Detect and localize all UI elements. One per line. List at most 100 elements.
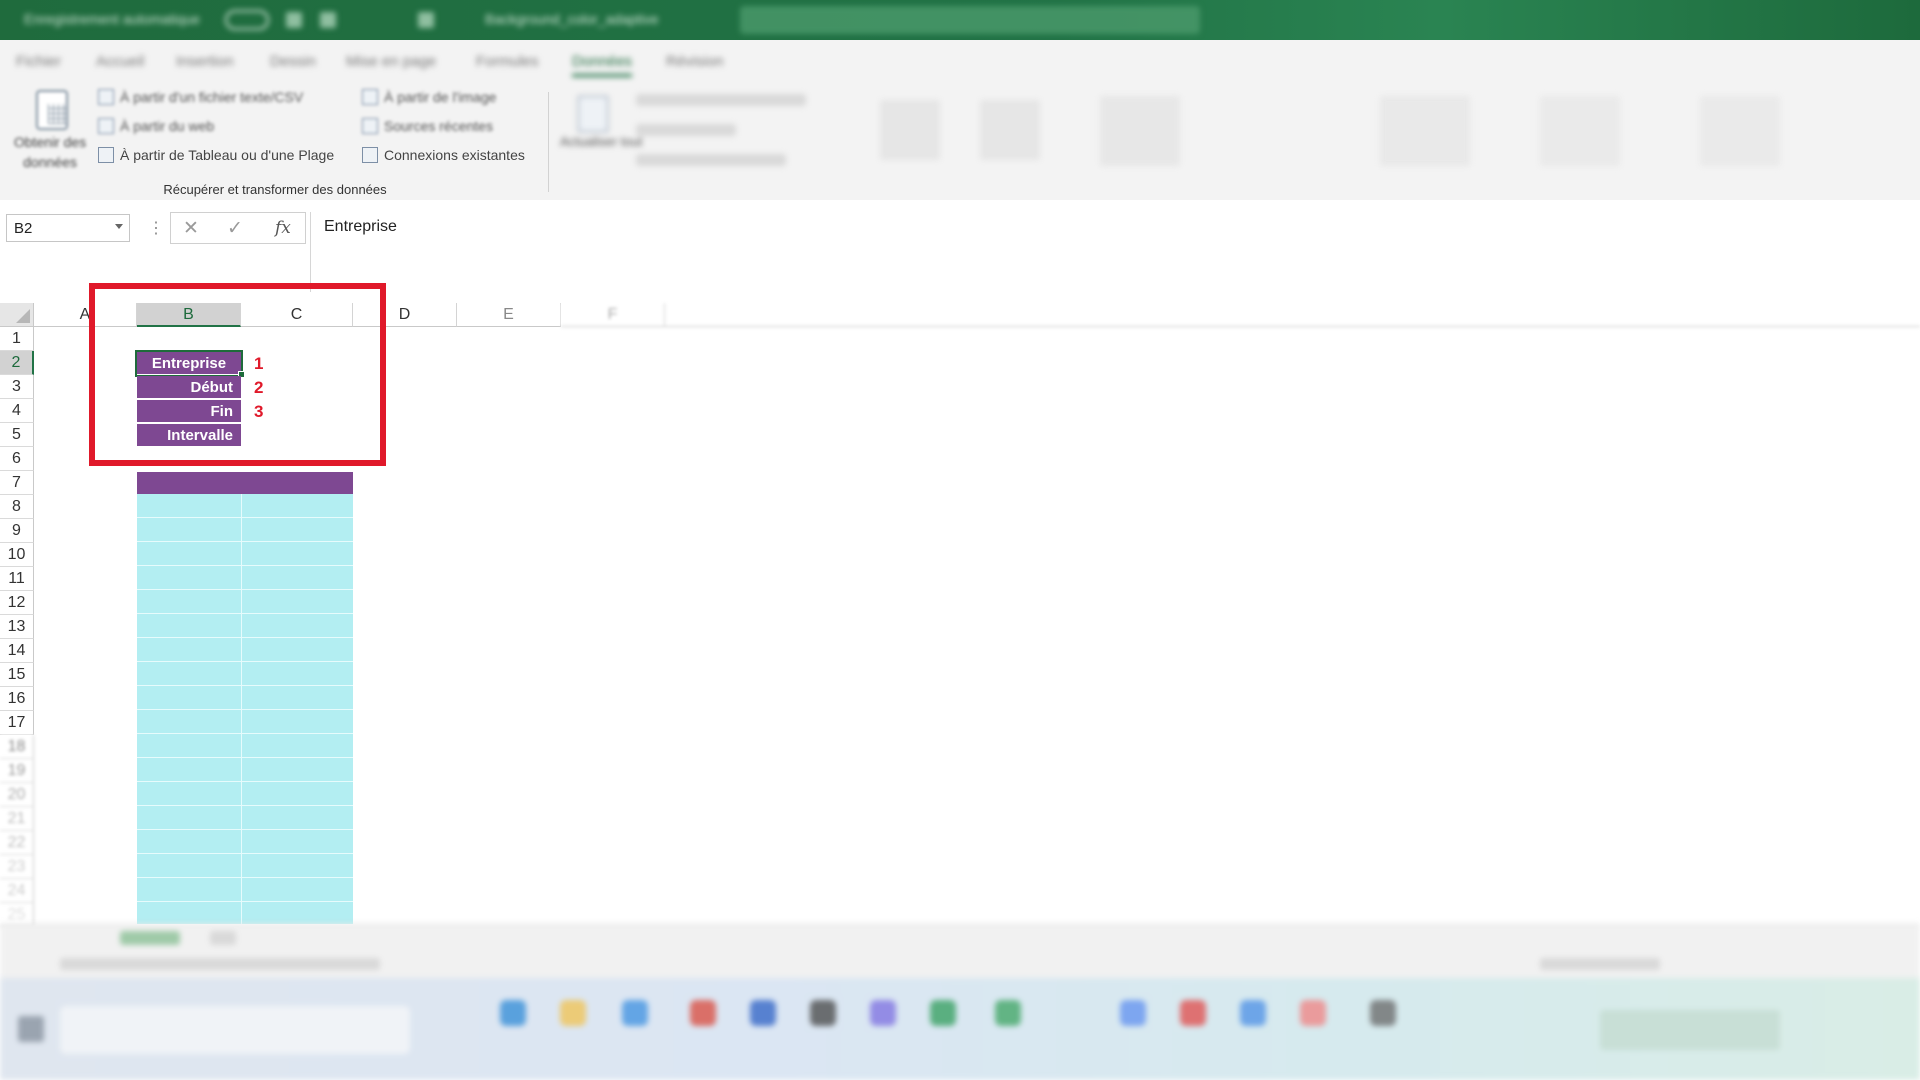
- forecast-icon[interactable]: [1540, 96, 1620, 166]
- row-header-23[interactable]: 23: [0, 855, 34, 879]
- recent-sources-button[interactable]: Sources récentes: [362, 118, 493, 134]
- autosave-toggle[interactable]: [225, 10, 269, 30]
- teams-icon[interactable]: [870, 1000, 896, 1026]
- outlook-icon[interactable]: [1240, 1000, 1266, 1026]
- stocks-icon[interactable]: [880, 100, 940, 160]
- from-image-button[interactable]: À partir de l'image: [362, 89, 496, 105]
- tab-page-layout[interactable]: Mise en page: [346, 53, 436, 70]
- queries-connections-button[interactable]: [636, 94, 806, 106]
- chevron-down-icon[interactable]: [115, 224, 123, 229]
- row-header-4[interactable]: 4: [0, 399, 34, 423]
- ribbon-tabs: Fichier Accueil Insertion Dessin Mise en…: [0, 40, 1920, 84]
- row-header-21[interactable]: 21: [0, 807, 34, 831]
- document-title: Background_color_adaptive: [485, 11, 659, 27]
- row-header-24[interactable]: 24: [0, 879, 34, 903]
- insert-function-icon[interactable]: fx: [275, 218, 291, 238]
- recent-sources-icon: [362, 118, 378, 134]
- row-header-6[interactable]: 6: [0, 447, 34, 471]
- from-text-csv-button[interactable]: À partir d'un fichier texte/CSV: [98, 89, 303, 105]
- web-icon: [98, 118, 114, 134]
- table-header-band[interactable]: [137, 472, 353, 494]
- search-box[interactable]: [740, 6, 1200, 34]
- row-header-14[interactable]: 14: [0, 639, 34, 663]
- app-icon-red[interactable]: [690, 1000, 716, 1026]
- app-icon-blue[interactable]: [1120, 1000, 1146, 1026]
- select-all-button[interactable]: [0, 303, 34, 327]
- row-header-12[interactable]: 12: [0, 591, 34, 615]
- app-icon-gray[interactable]: [1370, 1000, 1396, 1026]
- database-icon[interactable]: [36, 90, 68, 130]
- column-header-e[interactable]: E: [457, 303, 561, 327]
- tab-data[interactable]: Données: [572, 53, 633, 77]
- row-header-19[interactable]: 19: [0, 759, 34, 783]
- name-box[interactable]: B2: [6, 214, 130, 242]
- tab-review[interactable]: Révision: [666, 53, 724, 70]
- column-header-more: [665, 303, 1920, 327]
- row-header-20[interactable]: 20: [0, 783, 34, 807]
- row-header-1[interactable]: 1: [0, 327, 34, 351]
- row-header-3[interactable]: 3: [0, 375, 34, 399]
- edge-icon[interactable]: [500, 1000, 526, 1026]
- data-tools-icon[interactable]: [1380, 96, 1470, 166]
- view-buttons[interactable]: [1540, 958, 1660, 970]
- edit-links-button[interactable]: [636, 154, 786, 166]
- row-header-8[interactable]: 8: [0, 495, 34, 519]
- add-sheet-icon[interactable]: [210, 931, 236, 945]
- customize-icon[interactable]: [418, 12, 434, 28]
- ribbon-separator: [548, 92, 549, 192]
- from-table-button[interactable]: À partir de Tableau ou d'une Plage: [98, 147, 334, 163]
- from-web-button[interactable]: À partir du web: [98, 118, 214, 134]
- refresh-all-button[interactable]: Actualiser tout: [560, 134, 642, 149]
- existing-connections-button[interactable]: Connexions existantes: [362, 147, 525, 163]
- tab-formulas[interactable]: Formules: [476, 53, 539, 70]
- folder-icon[interactable]: [560, 1000, 586, 1026]
- properties-button[interactable]: [636, 124, 736, 136]
- existing-connections-label: Connexions existantes: [384, 147, 525, 163]
- row-header-13[interactable]: 13: [0, 615, 34, 639]
- get-data-button[interactable]: Obtenir des données: [8, 132, 92, 172]
- tab-insert[interactable]: Insertion: [176, 53, 234, 70]
- column-header-f[interactable]: F: [561, 303, 665, 327]
- app-icon-red-2[interactable]: [1180, 1000, 1206, 1026]
- app-icon-dark[interactable]: [810, 1000, 836, 1026]
- store-icon[interactable]: [622, 1000, 648, 1026]
- word-icon[interactable]: [750, 1000, 776, 1026]
- tab-draw[interactable]: Dessin: [270, 53, 316, 70]
- sort-filter-icon[interactable]: [1100, 96, 1180, 166]
- row-header-9[interactable]: 9: [0, 519, 34, 543]
- row-header-5[interactable]: 5: [0, 423, 34, 447]
- row-header-10[interactable]: 10: [0, 543, 34, 567]
- excel-icon[interactable]: [930, 1000, 956, 1026]
- undo-icon[interactable]: [320, 12, 336, 28]
- row-header-18[interactable]: 18: [0, 735, 34, 759]
- row-header-17[interactable]: 17: [0, 711, 34, 735]
- recent-sources-label: Sources récentes: [384, 118, 493, 134]
- refresh-icon[interactable]: [578, 96, 608, 132]
- tab-home[interactable]: Accueil: [96, 53, 144, 70]
- row-header-22[interactable]: 22: [0, 831, 34, 855]
- currencies-icon[interactable]: [980, 100, 1040, 160]
- enter-icon[interactable]: ✓: [227, 217, 243, 240]
- formula-input[interactable]: Entreprise: [324, 218, 397, 236]
- status-bar: [0, 950, 1920, 978]
- data-table-cells[interactable]: [137, 494, 353, 924]
- outline-icon[interactable]: [1700, 96, 1780, 166]
- system-tray[interactable]: [1600, 1010, 1780, 1050]
- tab-file[interactable]: Fichier: [16, 53, 61, 70]
- sheet-tab-active[interactable]: [120, 931, 180, 945]
- save-icon[interactable]: [286, 12, 302, 28]
- cancel-icon[interactable]: ✕: [183, 217, 199, 240]
- row-header-16[interactable]: 16: [0, 687, 34, 711]
- connections-icon: [362, 147, 378, 163]
- row-header-11[interactable]: 11: [0, 567, 34, 591]
- app-icon-pink[interactable]: [1300, 1000, 1326, 1026]
- taskbar-search[interactable]: [60, 1006, 410, 1054]
- row-header-2[interactable]: 2: [0, 351, 34, 375]
- more-options-icon[interactable]: ⋮: [148, 218, 164, 238]
- app-icon-green[interactable]: [995, 1000, 1021, 1026]
- start-icon[interactable]: [18, 1016, 44, 1042]
- text-file-icon: [98, 89, 114, 105]
- row-header-15[interactable]: 15: [0, 663, 34, 687]
- row-header-7[interactable]: 7: [0, 471, 34, 495]
- name-box-value: B2: [14, 220, 33, 237]
